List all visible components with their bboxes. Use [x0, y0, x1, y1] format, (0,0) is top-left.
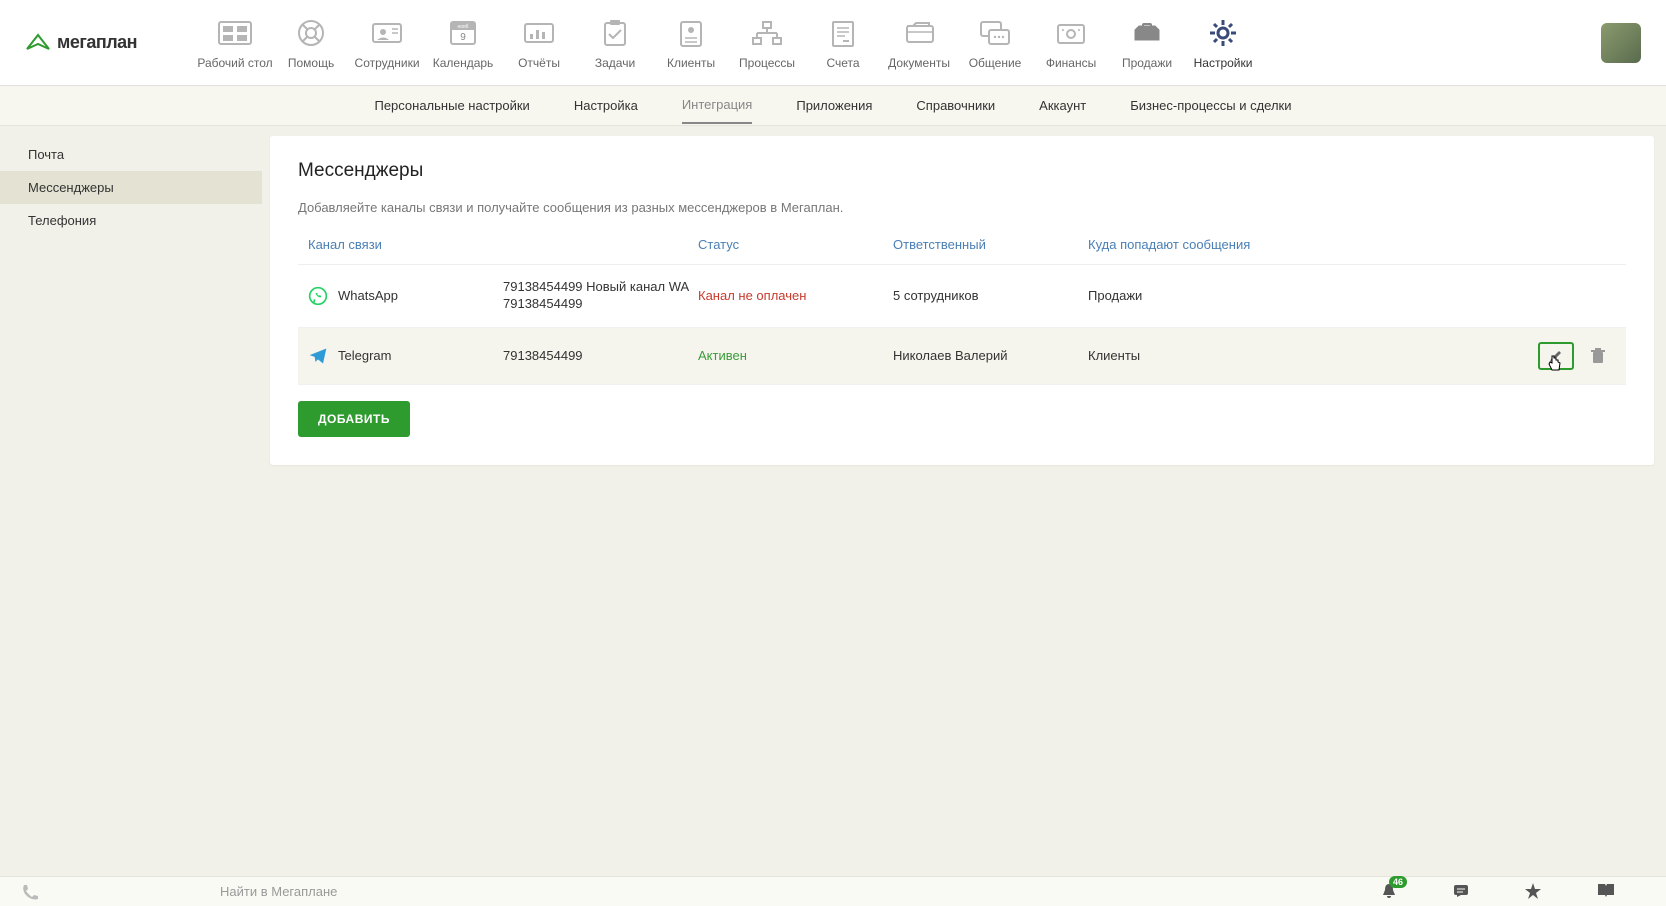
hdr-status: Статус [698, 237, 893, 252]
svg-text:нояб: нояб [457, 24, 468, 30]
nav-documents[interactable]: Документы [881, 16, 957, 70]
top-nav: мегаплан Рабочий стол Помощь Сотрудники … [0, 0, 1666, 86]
subnav-directories[interactable]: Справочники [916, 88, 995, 123]
nav-processes[interactable]: Процессы [729, 16, 805, 70]
nav-chat[interactable]: Общение [957, 16, 1033, 70]
sales-icon [1125, 16, 1169, 50]
invoices-icon [821, 16, 865, 50]
sidebar-telephony[interactable]: Телефония [0, 204, 262, 237]
nav-desktop[interactable]: Рабочий стол [197, 16, 273, 70]
nav-invoices[interactable]: Счета [805, 16, 881, 70]
phone-button[interactable] [0, 883, 60, 901]
subnav-integration[interactable]: Интеграция [682, 87, 753, 124]
processes-icon [745, 16, 789, 50]
channel-name: WhatsApp [338, 288, 398, 303]
finance-icon [1049, 16, 1093, 50]
channel-destination: Продажи [1088, 288, 1536, 303]
nav-items: Рабочий стол Помощь Сотрудники нояб9 Кал… [197, 16, 1601, 70]
nav-employees[interactable]: Сотрудники [349, 16, 425, 70]
page-description: Добавляейте каналы связи и получайте соо… [298, 200, 1626, 215]
documents-icon [897, 16, 941, 50]
panel: Мессенджеры Добавляейте каналы связи и п… [270, 136, 1654, 465]
subnav-personal[interactable]: Персональные настройки [374, 88, 529, 123]
calendar-icon: нояб 9 [441, 16, 485, 50]
nav-finance[interactable]: Финансы [1033, 16, 1109, 70]
hdr-responsible: Ответственный [893, 237, 1088, 252]
edit-button[interactable] [1538, 342, 1574, 370]
channel-responsible: Николаев Валерий [893, 348, 1088, 363]
subnav-account[interactable]: Аккаунт [1039, 88, 1086, 123]
nav-clients[interactable]: Клиенты [653, 16, 729, 70]
logo-icon [25, 33, 51, 53]
tasks-icon [593, 16, 637, 50]
nav-settings[interactable]: Настройки [1185, 16, 1261, 70]
book-button[interactable] [1596, 882, 1616, 902]
add-button[interactable]: ДОБАВИТЬ [298, 401, 410, 437]
channels-table: Канал связи Статус Ответственный Куда по… [298, 237, 1626, 385]
channel-status: Канал не оплачен [698, 288, 893, 303]
desktop-icon [213, 16, 257, 50]
bottom-icons: 46 [1380, 882, 1666, 902]
sub-nav: Персональные настройки Настройка Интегра… [0, 86, 1666, 126]
chat-icon [973, 16, 1017, 50]
nav-reports[interactable]: Отчёты [501, 16, 577, 70]
sidebar-mail[interactable]: Почта [0, 138, 262, 171]
channel-responsible: 5 сотрудников [893, 288, 1088, 303]
settings-icon [1201, 16, 1245, 50]
hdr-channel: Канал связи [308, 237, 503, 252]
channel-detail: 79138454499 Новый канал WA 79138454499 [503, 279, 698, 313]
nav-help[interactable]: Помощь [273, 16, 349, 70]
whatsapp-icon [308, 286, 328, 306]
subnav-apps[interactable]: Приложения [796, 88, 872, 123]
svg-text:9: 9 [460, 32, 466, 43]
channel-destination: Клиенты [1088, 348, 1536, 363]
user-avatar[interactable] [1601, 23, 1641, 63]
page-title: Мессенджеры [298, 160, 1626, 182]
channel-status: Активен [698, 348, 893, 363]
hdr-destination: Куда попадают сообщения [1088, 237, 1536, 252]
logo-text: мегаплан [57, 32, 137, 53]
clients-icon [669, 16, 713, 50]
sidebar: Почта Мессенджеры Телефония [0, 126, 262, 876]
favorites-button[interactable] [1524, 882, 1544, 902]
content: Мессенджеры Добавляейте каналы связи и п… [262, 126, 1666, 876]
table-header: Канал связи Статус Ответственный Куда по… [298, 237, 1626, 265]
table-row[interactable]: WhatsApp 79138454499 Новый канал WA 7913… [298, 265, 1626, 328]
search-input[interactable]: Найти в Мегаплане [60, 884, 1380, 899]
help-icon [289, 16, 333, 50]
telegram-icon [308, 346, 328, 366]
search-placeholder: Найти в Мегаплане [220, 884, 337, 899]
main-layout: Почта Мессенджеры Телефония Мессенджеры … [0, 126, 1666, 876]
subnav-setup[interactable]: Настройка [574, 88, 638, 123]
subnav-bp[interactable]: Бизнес-процессы и сделки [1130, 88, 1291, 123]
employees-icon [365, 16, 409, 50]
notification-badge: 46 [1389, 876, 1407, 888]
message-icon [1452, 882, 1470, 900]
nav-calendar[interactable]: нояб9 Календарь [425, 16, 501, 70]
nav-tasks[interactable]: Задачи [577, 16, 653, 70]
cursor-hand-icon [1547, 354, 1563, 372]
delete-button[interactable] [1580, 342, 1616, 370]
nav-sales[interactable]: Продажи [1109, 16, 1185, 70]
table-row[interactable]: Telegram 79138454499 Активен Николаев Ва… [298, 328, 1626, 385]
book-icon [1596, 882, 1616, 898]
channel-detail: 79138454499 [503, 348, 698, 363]
trash-icon [1591, 348, 1605, 364]
bottom-bar: Найти в Мегаплане 46 [0, 876, 1666, 906]
messages-button[interactable] [1452, 882, 1472, 902]
channel-name: Telegram [338, 348, 391, 363]
notifications-button[interactable]: 46 [1380, 882, 1400, 902]
logo[interactable]: мегаплан [25, 32, 137, 53]
phone-icon [21, 883, 39, 901]
star-icon [1524, 882, 1542, 900]
reports-icon [517, 16, 561, 50]
sidebar-messengers[interactable]: Мессенджеры [0, 171, 262, 204]
